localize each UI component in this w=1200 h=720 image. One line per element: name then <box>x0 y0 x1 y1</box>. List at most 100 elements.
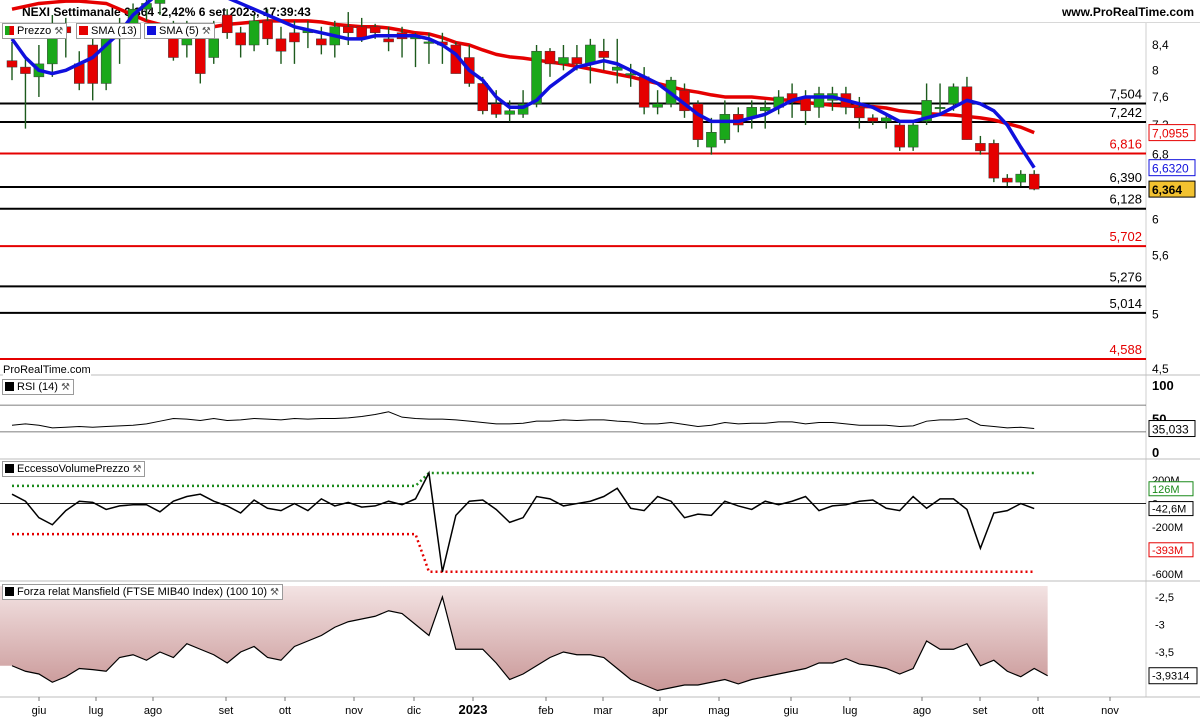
candle-body <box>275 38 287 52</box>
candle-body <box>652 103 663 108</box>
mansfield-axis-tick-label: -3 <box>1155 620 1165 632</box>
x-axis-tick-label: mar <box>594 705 613 717</box>
excess-value-tag: -42,6M <box>1152 504 1186 516</box>
candle-body <box>1002 177 1013 183</box>
candle-body <box>881 117 892 122</box>
price-axis-tick-label: 5,6 <box>1152 248 1169 262</box>
price-axis-tick-label: 4,5 <box>1152 362 1169 376</box>
excess-value-tag: 126M <box>1152 484 1180 496</box>
x-axis-tick-label: ott <box>1032 705 1044 717</box>
candle-body <box>934 107 946 110</box>
wrench-icon[interactable]: ⚒ <box>133 464 142 475</box>
level-label: 6,816 <box>1109 136 1142 151</box>
candle-body <box>988 143 1000 179</box>
wrench-icon[interactable]: ⚒ <box>61 382 70 393</box>
candle-body <box>477 83 488 112</box>
x-axis-tick-label: 2023 <box>459 702 488 717</box>
blue-swatch-icon <box>147 26 156 35</box>
level-label: 5,702 <box>1109 229 1142 244</box>
candle-body <box>248 20 260 46</box>
x-axis-tick-label: set <box>219 705 234 717</box>
level-label: 4,588 <box>1109 342 1142 357</box>
level-label: 6,128 <box>1109 192 1142 207</box>
x-axis-tick-label: nov <box>345 705 363 717</box>
candle-swatch-icon <box>5 26 14 35</box>
price-axis-tick-label: 8 <box>1152 63 1159 77</box>
black-swatch-icon <box>5 587 14 596</box>
candle-body <box>369 26 381 34</box>
mansfield-value-tag: -3,9314 <box>1152 671 1189 683</box>
candle-body <box>154 0 166 4</box>
candle-body <box>854 107 865 119</box>
candle-body <box>692 103 704 140</box>
candle-body <box>612 66 623 71</box>
candle-body <box>343 26 354 34</box>
candle-body <box>706 132 717 148</box>
wrench-icon[interactable]: ⚒ <box>202 26 211 37</box>
legend-mansfield[interactable]: Forza relat Mansfield (FTSE MIB40 Index)… <box>2 584 284 600</box>
x-axis-tick-label: lug <box>843 705 858 717</box>
watermark: ProRealTime.com <box>3 364 91 376</box>
chart-canvas[interactable]: 8,487,67,26,865,654,57,5047,2426,8166,39… <box>0 0 1200 720</box>
candle-body <box>598 50 610 58</box>
last-price-tag: 6,364 <box>1152 183 1182 197</box>
x-axis-tick-label: apr <box>652 705 668 717</box>
x-axis-tick-label: nov <box>1101 705 1119 717</box>
candle-body <box>235 32 246 46</box>
candle-body <box>867 117 879 122</box>
candle-body <box>1015 173 1026 183</box>
mansfield-axis-tick-label: -3,5 <box>1155 647 1174 659</box>
excess-axis-tick-label: -200M <box>1152 522 1183 534</box>
level-label: 5,014 <box>1109 296 1142 311</box>
x-axis-tick-label: dic <box>407 705 422 717</box>
legend-excess-volume[interactable]: EccessoVolumePrezzo ⚒ <box>2 461 146 477</box>
candle-body <box>208 38 219 58</box>
legend-rsi-label: RSI (14) <box>17 381 58 393</box>
price-axis-tick-label: 5 <box>1152 307 1159 321</box>
legend-sma13-label: SMA (13) <box>91 25 137 37</box>
x-axis-tick-label: ott <box>279 705 291 717</box>
level-label: 5,276 <box>1109 269 1142 284</box>
candle-body <box>948 86 959 105</box>
candle-body <box>221 14 233 34</box>
legend-sma5[interactable]: SMA (5) ⚒ <box>144 23 215 39</box>
candle-body <box>975 143 986 152</box>
excess-value-tag: -393M <box>1152 545 1183 557</box>
wrench-icon[interactable]: ⚒ <box>54 26 63 37</box>
candle-body <box>638 76 650 108</box>
candle-body <box>289 32 300 43</box>
wrench-icon[interactable]: ⚒ <box>270 587 279 598</box>
legend-rsi[interactable]: RSI (14) ⚒ <box>2 379 74 395</box>
price-axis-tick-label: 8,4 <box>1152 38 1169 52</box>
candle-body <box>907 124 919 148</box>
candle-body <box>1028 173 1040 190</box>
red-swatch-icon <box>79 26 88 35</box>
sma5-value-tag: 6,6320 <box>1152 162 1189 176</box>
candle-body <box>571 57 583 65</box>
candle-body <box>195 38 206 74</box>
candle-body <box>262 20 273 40</box>
x-axis-tick-label: set <box>973 705 988 717</box>
rsi-axis-tick-label: 0 <box>1152 445 1159 460</box>
x-axis-tick-label: ago <box>913 705 931 717</box>
sma13-value-tag: 7,0955 <box>1152 127 1189 141</box>
x-axis-tick-label: ago <box>144 705 162 717</box>
candle-body <box>961 86 973 140</box>
candle-body <box>20 66 31 74</box>
candle-body <box>6 60 18 68</box>
black-swatch-icon <box>5 382 14 391</box>
candle-body <box>759 107 771 112</box>
legend-sma13[interactable]: SMA (13) <box>76 23 141 39</box>
legend-excess-label: EccessoVolumePrezzo <box>17 463 130 475</box>
candle-body <box>490 103 502 115</box>
mansfield-axis-tick-label: -2,5 <box>1155 592 1174 604</box>
candle-body <box>316 38 327 46</box>
legend-mansfield-label: Forza relat Mansfield (FTSE MIB40 Index)… <box>17 586 268 598</box>
black-swatch-icon <box>5 464 14 473</box>
x-axis-tick-label: feb <box>538 705 553 717</box>
legend-sma5-label: SMA (5) <box>159 25 199 37</box>
x-axis-tick-label: giu <box>32 705 47 717</box>
legend-price[interactable]: Prezzo ⚒ <box>2 23 68 39</box>
level-label: 7,242 <box>1109 105 1142 120</box>
candle-body <box>894 124 905 148</box>
